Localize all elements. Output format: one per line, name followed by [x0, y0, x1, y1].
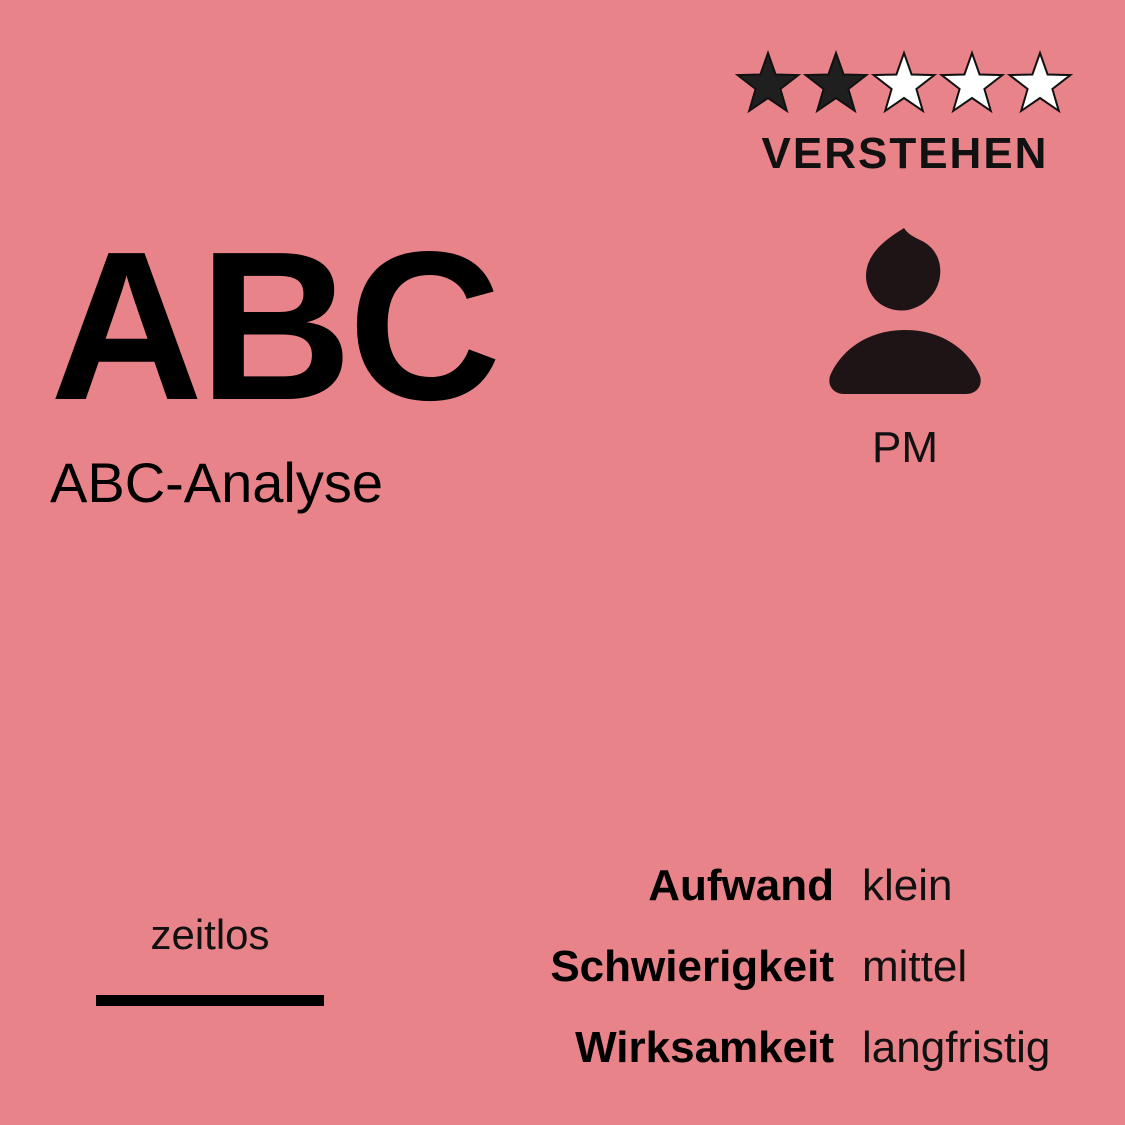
attribute-row-effort: Aufwand klein: [400, 858, 1100, 920]
attribute-value: langfristig: [862, 1023, 1051, 1072]
difficulty-rating: [734, 50, 1074, 116]
role-label: PM: [872, 423, 938, 472]
method-full-name: ABC-Analyse: [50, 451, 384, 514]
person-icon: [828, 226, 982, 396]
category-label: VERSTEHEN: [761, 129, 1049, 178]
attribute-row-effectiveness: Wirksamkeit langfristig: [400, 1020, 1100, 1082]
star-rating: [734, 50, 1074, 114]
star-filled-icon: [802, 50, 870, 114]
timeframe-label: zeitlos: [150, 911, 270, 958]
timeframe-underline: [96, 995, 324, 1006]
star-filled-icon: [734, 50, 802, 114]
star-empty-icon: [870, 50, 938, 114]
star-empty-icon: [1006, 50, 1074, 114]
attribute-value: mittel: [862, 942, 968, 991]
attribute-value: klein: [862, 861, 953, 910]
attribute-key: Wirksamkeit: [575, 1023, 834, 1072]
method-card: VERSTEHEN ABC ABC-Analyse PM zeitlos Auf…: [0, 0, 1125, 1125]
attribute-key: Aufwand: [648, 861, 834, 910]
attribute-key: Schwierigkeit: [550, 942, 834, 991]
method-abbreviation: ABC: [50, 207, 501, 444]
star-empty-icon: [938, 50, 1006, 114]
attribute-row-difficulty: Schwierigkeit mittel: [400, 939, 1100, 1001]
